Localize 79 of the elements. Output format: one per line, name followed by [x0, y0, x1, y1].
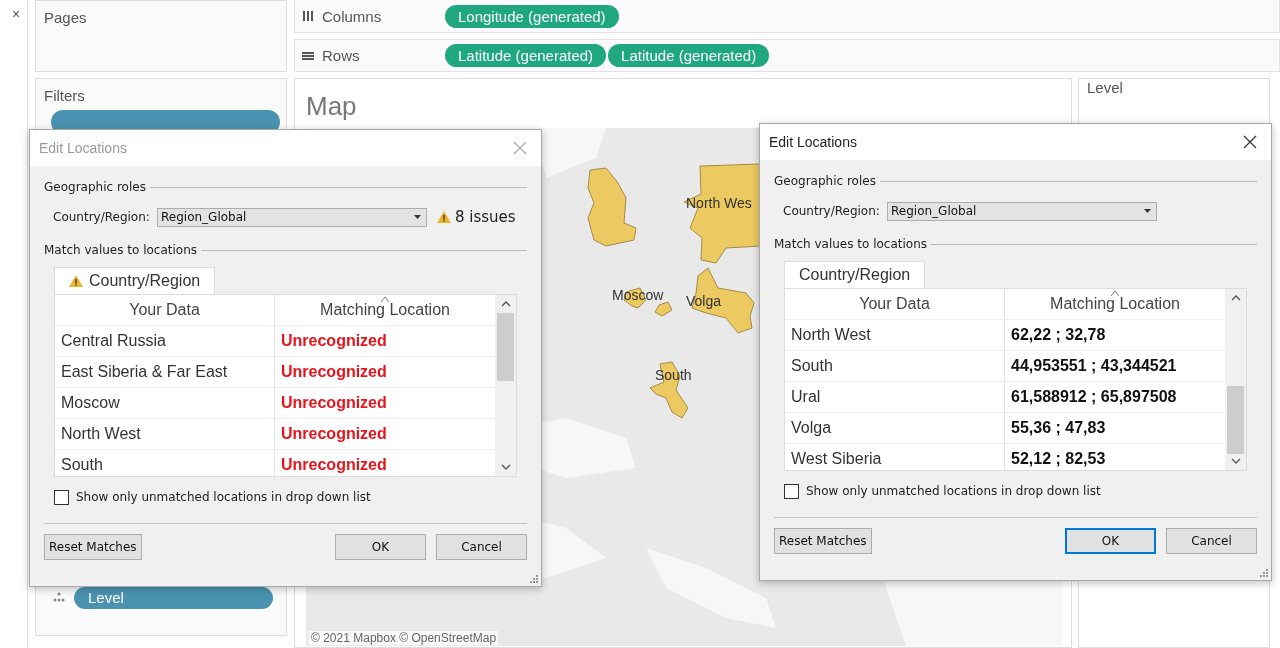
table-cell: South — [55, 450, 275, 480]
dropdown-caret-icon — [414, 215, 421, 219]
dialog-title: Edit Locations — [769, 134, 857, 150]
checkbox[interactable] — [54, 489, 69, 505]
resize-grip-icon[interactable] — [529, 574, 538, 583]
close-icon[interactable] — [1243, 135, 1257, 149]
sort-icon — [1111, 291, 1119, 296]
section-label: Geographic roles — [44, 180, 146, 194]
table-cell[interactable]: Unrecognized — [275, 450, 495, 480]
warning-icon — [437, 211, 451, 223]
scroll-thumb[interactable] — [1227, 386, 1244, 454]
table-cell: Central Russia — [55, 326, 275, 356]
table-cell[interactable]: Unrecognized — [275, 419, 495, 449]
field-label: Country/Region: — [783, 204, 881, 218]
sheet-title: Map — [306, 90, 358, 123]
legend-title: Level — [1086, 78, 1123, 96]
column-header[interactable]: Matching Location — [275, 301, 495, 319]
field-label: Country/Region: — [53, 210, 151, 224]
column-header[interactable]: Your Data — [785, 289, 1005, 319]
table-cell[interactable]: Unrecognized — [275, 388, 495, 418]
section-label: Geographic roles — [774, 174, 876, 188]
section-label: Match values to locations — [774, 237, 927, 251]
role-dropdown[interactable]: Region_Global — [157, 207, 427, 227]
scroll-thumb[interactable] — [497, 313, 514, 381]
sort-icon — [381, 297, 389, 302]
table-cell[interactable]: 62,22 ; 32,78 — [1005, 320, 1225, 350]
ok-button[interactable]: OK — [335, 534, 426, 560]
checkbox[interactable] — [784, 483, 799, 499]
tab[interactable]: Country/Region — [54, 267, 216, 294]
table-cell[interactable]: 61,588912 ; 65,897508 — [1005, 382, 1225, 412]
region-label: North Wes — [686, 195, 752, 211]
dropdown-caret-icon — [1144, 209, 1151, 213]
role-dropdown[interactable]: Region_Global — [887, 201, 1157, 221]
section-label: Match values to locations — [44, 243, 197, 257]
table-cell: North West — [55, 419, 275, 449]
dialog-title: Edit Locations — [39, 140, 127, 156]
table-cell: North West — [785, 320, 1005, 350]
table-cell: South — [785, 351, 1005, 381]
tab[interactable]: Country/Region — [784, 261, 926, 288]
reset-matches-button[interactable]: Reset Matches — [774, 528, 872, 554]
close-button[interactable]: × — [12, 6, 21, 22]
map-attribution: © 2021 Mapbox © OpenStreetMap — [309, 631, 499, 645]
detail-icon — [52, 591, 66, 603]
table-cell[interactable]: 52,12 ; 82,53 — [1005, 444, 1225, 474]
region-shape[interactable] — [649, 361, 689, 419]
checkbox-label[interactable]: Show only unmatched locations in drop down list — [76, 490, 371, 504]
scroll-up-icon[interactable] — [1230, 295, 1241, 301]
checkbox-label[interactable]: Show only unmatched locations in drop down list — [806, 484, 1101, 498]
card-title: Pages — [43, 8, 88, 26]
scrollbar[interactable] — [1225, 289, 1246, 470]
ok-button[interactable]: OK — [1065, 528, 1156, 554]
table-cell: Moscow — [55, 388, 275, 418]
region-label: South — [655, 367, 692, 383]
table-cell[interactable]: Unrecognized — [275, 357, 495, 387]
table-cell: Volga — [785, 413, 1005, 443]
cancel-button[interactable]: Cancel — [436, 534, 527, 560]
scroll-up-icon[interactable] — [500, 301, 511, 307]
scrollbar[interactable] — [495, 295, 516, 476]
scroll-down-icon[interactable] — [1230, 458, 1241, 464]
shelf-label: Rows — [322, 47, 360, 64]
table-cell: West Siberia — [785, 444, 1005, 474]
table-cell: Ural — [785, 382, 1005, 412]
cancel-button[interactable]: Cancel — [1166, 528, 1257, 554]
shelf-label: Columns — [322, 7, 382, 25]
rows-icon — [302, 50, 314, 61]
columns-icon — [302, 11, 314, 21]
reset-matches-button[interactable]: Reset Matches — [44, 534, 142, 560]
region-shape[interactable] — [683, 163, 762, 264]
column-header[interactable]: Your Data — [55, 295, 275, 325]
table-cell: East Siberia & Far East — [55, 357, 275, 387]
table-cell[interactable]: Unrecognized — [275, 326, 495, 356]
table-cell[interactable]: 44,953551 ; 43,344521 — [1005, 351, 1225, 381]
warning-icon — [69, 275, 83, 287]
resize-grip-icon[interactable] — [1259, 568, 1268, 577]
issues-count[interactable]: 8 issues — [455, 208, 516, 226]
table-cell[interactable]: 55,36 ; 47,83 — [1005, 413, 1225, 443]
card-title: Filters — [43, 86, 86, 104]
column-header[interactable]: Matching Location — [1005, 295, 1225, 313]
scroll-down-icon[interactable] — [500, 464, 511, 470]
